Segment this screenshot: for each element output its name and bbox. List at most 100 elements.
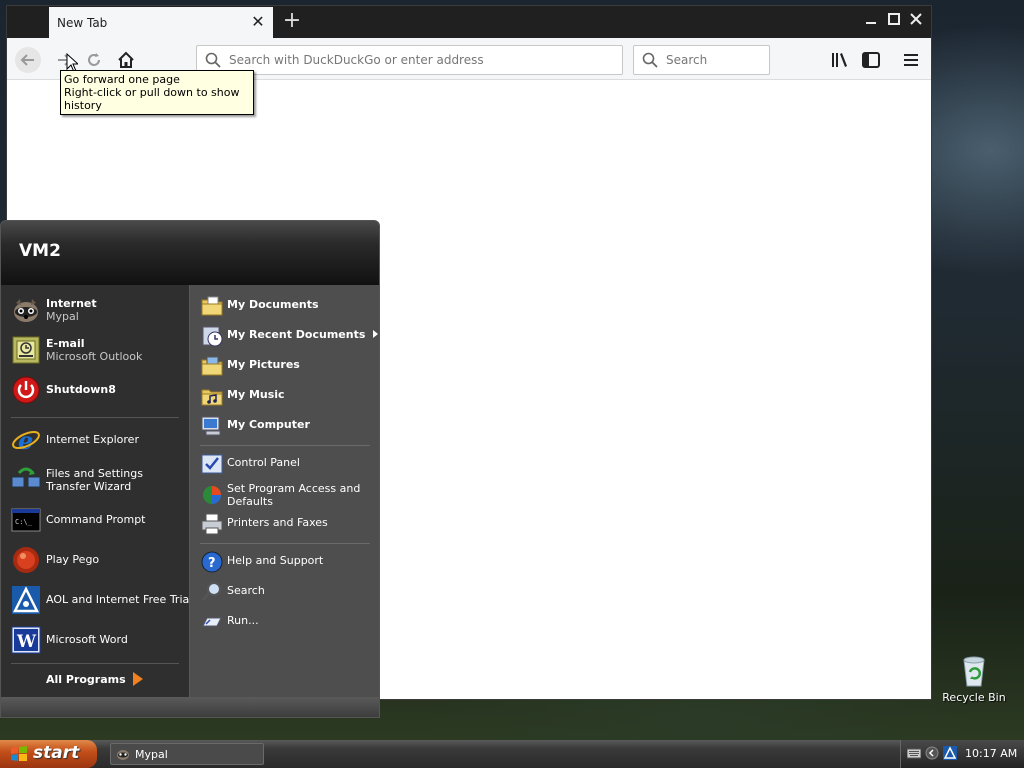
printer-icon (201, 513, 223, 535)
tab-title: New Tab (57, 16, 108, 30)
settings-printers-faxes[interactable]: Printers and Faxes (198, 512, 378, 536)
recent-documents-icon (202, 326, 223, 347)
run-item[interactable]: Run... (198, 610, 378, 634)
user-name: VM2 (19, 241, 61, 261)
recycle-bin-icon (959, 654, 989, 688)
pinned-item-title: Internet (46, 297, 97, 310)
svg-text:e: e (18, 426, 33, 455)
recent-item-label: Microsoft Word (46, 633, 128, 646)
place-my-pictures[interactable]: My Pictures (198, 354, 378, 378)
pinned-item-title: E-mail (46, 337, 85, 350)
place-my-music[interactable]: My Music (198, 384, 378, 408)
mypal-raccoon-icon (117, 750, 129, 760)
tray-expand-icon[interactable] (925, 746, 939, 760)
minimize-button[interactable] (860, 9, 882, 31)
recycle-bin-shortcut[interactable]: Recycle Bin (942, 654, 1006, 704)
tooltip-line-2: Right-click or pull down to show history (64, 86, 240, 112)
program-defaults-icon (203, 486, 221, 504)
place-label: My Recent Documents (227, 328, 366, 341)
pinned-item-subtitle: Mypal (46, 310, 79, 323)
svg-text:?: ? (208, 556, 216, 571)
close-window-button[interactable] (905, 9, 927, 31)
library-icon[interactable] (830, 50, 850, 70)
hamburger-menu-icon[interactable] (901, 50, 921, 70)
back-button[interactable] (15, 47, 41, 73)
settings-label: Control Panel (227, 456, 300, 469)
search-icon (201, 582, 221, 601)
mypal-raccoon-icon (14, 299, 38, 322)
taskbar-item-mypal[interactable]: Mypal (110, 743, 264, 765)
run-icon (202, 617, 222, 627)
search-input[interactable] (666, 50, 762, 70)
start-menu-left-pane: Internet Mypal E-mail Microsoft Outlook … (1, 285, 197, 697)
start-label: start (33, 743, 80, 763)
start-menu-right-pane: My Documents My Recent Documents My Pict… (189, 285, 379, 697)
tooltip-line-1: Go forward one page (64, 73, 180, 86)
new-tab-button[interactable]: + (279, 8, 305, 34)
search-box[interactable] (633, 45, 770, 75)
folder-documents-icon (201, 296, 223, 316)
settings-program-access[interactable]: Set Program Access and Defaults (198, 482, 378, 511)
recent-item-label: Files and Settings Transfer Wizard (46, 467, 143, 493)
settings-control-panel[interactable]: Control Panel (198, 452, 378, 476)
place-label: My Documents (227, 298, 319, 311)
help-and-support[interactable]: ? Help and Support (198, 550, 378, 574)
search-icon (205, 52, 221, 68)
word-icon: W (11, 626, 41, 654)
pego-icon (13, 547, 39, 573)
help-label: Help and Support (227, 554, 324, 567)
settings-label: Set Program Access and Defaults (227, 482, 361, 508)
place-label: My Music (227, 388, 285, 401)
aol-tray-icon[interactable] (943, 746, 957, 760)
forward-tooltip: Go forward one page Right-click or pull … (60, 70, 254, 115)
search-icon (642, 52, 658, 68)
command-prompt-icon: C:\_ (11, 508, 41, 532)
internet-explorer-icon: e (12, 426, 40, 455)
pinned-item-internet[interactable]: Internet Mypal (9, 295, 185, 327)
taskbar: start Mypal 10:17 AM (0, 740, 1024, 768)
all-programs-button[interactable]: All Programs (46, 673, 126, 686)
start-menu-footer (1, 697, 379, 717)
menu-separator (200, 445, 370, 446)
place-my-documents[interactable]: My Documents (198, 294, 378, 318)
tab-new-tab[interactable]: New Tab ✕ (49, 7, 273, 38)
home-icon (118, 51, 134, 68)
maximize-button[interactable] (883, 9, 905, 31)
outlook-icon (12, 336, 40, 364)
svg-text:W: W (16, 632, 37, 652)
recycle-bin-label: Recycle Bin (942, 691, 1006, 704)
keyboard-icon[interactable] (907, 746, 921, 760)
sidebar-icon[interactable] (861, 50, 881, 70)
power-icon (12, 376, 40, 404)
recent-item-internet-explorer[interactable]: e Internet Explorer (9, 425, 185, 457)
address-bar[interactable] (196, 45, 623, 75)
place-my-computer[interactable]: My Computer (198, 414, 378, 438)
recent-item-label: AOL and Internet Free Trial! (46, 593, 197, 606)
url-input[interactable] (229, 50, 609, 70)
pinned-item-email[interactable]: E-mail Microsoft Outlook (9, 335, 185, 367)
recent-item-command-prompt[interactable]: C:\_ Command Prompt (9, 505, 185, 537)
recent-item-label: Play Pego (46, 553, 100, 566)
search-item[interactable]: Search (198, 580, 378, 604)
pinned-item-subtitle: Microsoft Outlook (46, 350, 143, 363)
tab-close-icon[interactable]: ✕ (249, 13, 267, 31)
menu-separator (11, 663, 179, 664)
recent-item-play-pego[interactable]: Play Pego (9, 545, 185, 577)
recent-item-label: Internet Explorer (46, 433, 139, 446)
recent-item-transfer-wizard[interactable]: Files and Settings Transfer Wizard (9, 465, 185, 497)
recent-item-aol[interactable]: AOL and Internet Free Trial! (9, 585, 197, 617)
windows-flag-icon (11, 746, 27, 761)
menu-separator (200, 543, 370, 544)
folder-pictures-icon (201, 356, 223, 376)
transfer-wizard-icon (11, 467, 41, 488)
pinned-item-shutdown8[interactable]: Shutdown8 (9, 375, 185, 407)
control-panel-icon (201, 454, 223, 474)
folder-music-icon (201, 389, 223, 406)
place-my-recent-documents[interactable]: My Recent Documents (198, 324, 378, 348)
aol-icon (12, 586, 40, 614)
recent-item-microsoft-word[interactable]: W Microsoft Word (9, 625, 185, 657)
my-computer-icon (201, 416, 221, 436)
clock: 10:17 AM (965, 747, 1018, 760)
reload-icon (88, 53, 100, 66)
start-button[interactable]: start (0, 740, 97, 768)
